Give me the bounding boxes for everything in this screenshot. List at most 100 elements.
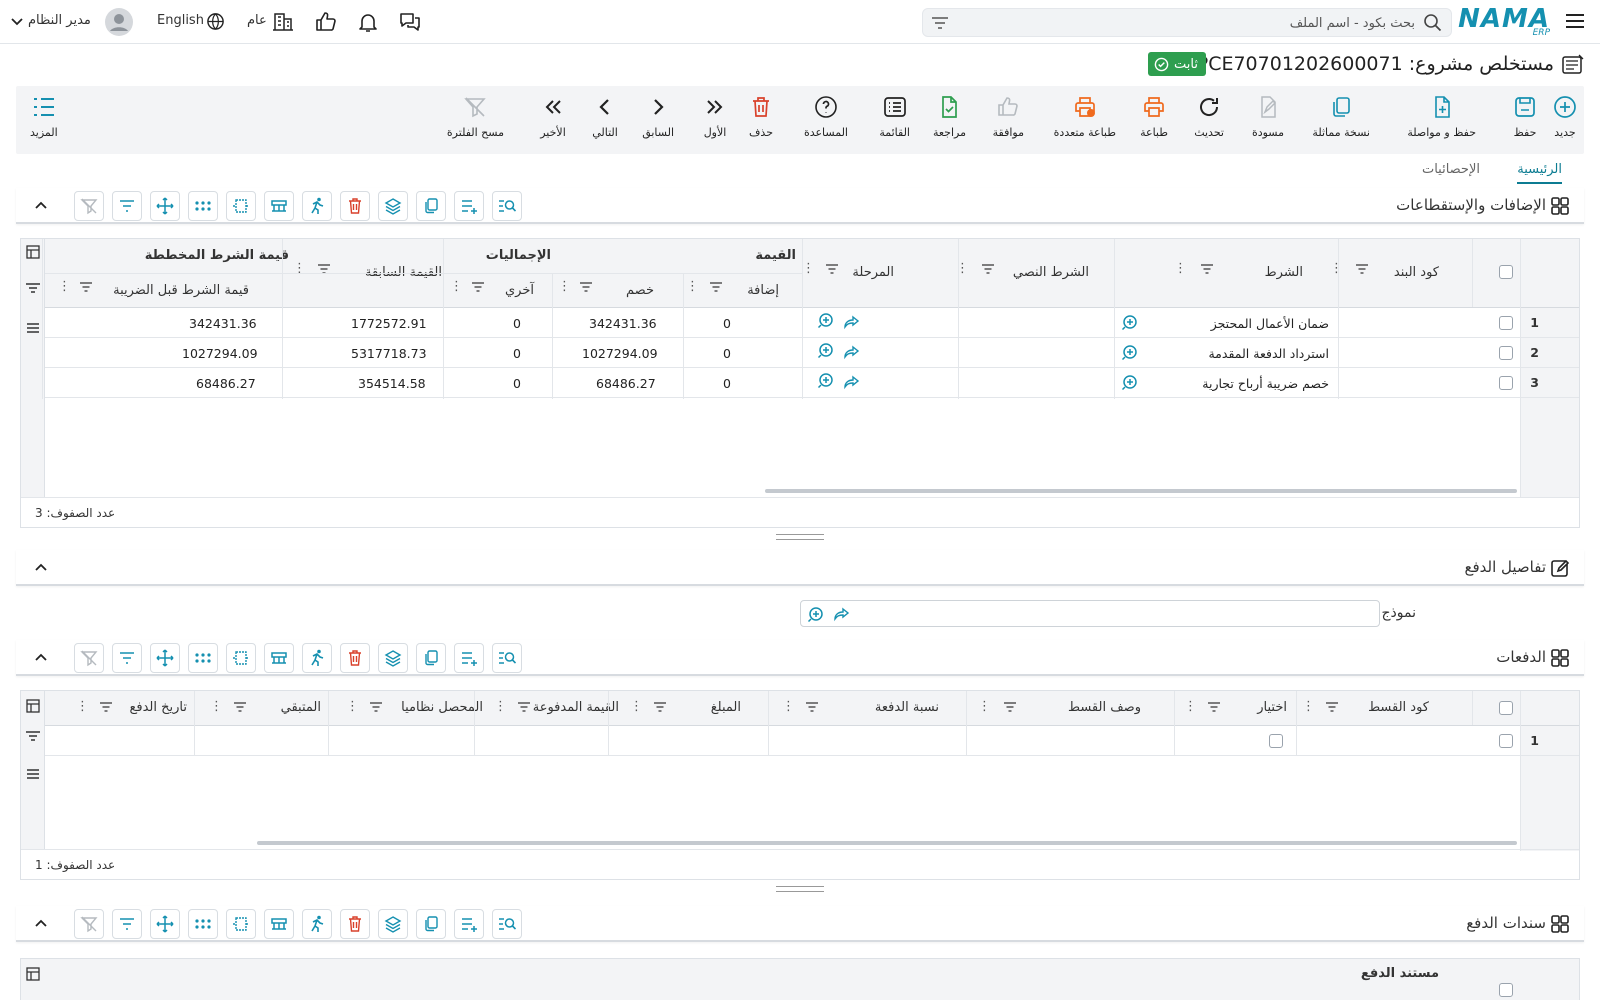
- search-box[interactable]: [922, 8, 1452, 37]
- clear-filter-button[interactable]: مسح الفلترة: [447, 94, 504, 139]
- horizontal-scrollbar[interactable]: [765, 489, 1517, 493]
- filter-lines-icon[interactable]: [25, 281, 41, 295]
- row-checkbox[interactable]: [1499, 376, 1513, 390]
- select-all-checkbox[interactable]: [1499, 983, 1513, 997]
- layers-button[interactable]: [378, 909, 408, 939]
- cell-pre-tax[interactable]: 342431.36: [189, 316, 257, 331]
- cell-discount[interactable]: 68486.27: [596, 376, 656, 391]
- language-switch[interactable]: English: [157, 13, 204, 28]
- add-row-button[interactable]: [454, 191, 484, 221]
- cell-addition[interactable]: 0: [723, 316, 731, 331]
- delete-rows-button[interactable]: [340, 909, 370, 939]
- column-filter-icon[interactable]: [233, 701, 247, 713]
- new-button[interactable]: جديد: [1552, 94, 1578, 139]
- branch-label[interactable]: عام: [247, 13, 267, 28]
- column-menu-icon[interactable]: ⋮: [782, 699, 795, 714]
- resize-handle[interactable]: [776, 886, 824, 892]
- cell-condition[interactable]: ضمان الأعمال المحتجز: [1211, 316, 1329, 331]
- save-button[interactable]: حفظ: [1512, 94, 1538, 139]
- cell-condition[interactable]: خصم ضريبة أرباح تجارية: [1202, 376, 1329, 391]
- column-filter-icon[interactable]: [579, 281, 593, 293]
- cell-discount[interactable]: 342431.36: [589, 316, 657, 331]
- share-icon[interactable]: [843, 373, 861, 391]
- copy-rows-button[interactable]: [416, 191, 446, 221]
- header-collected[interactable]: المحصل نظاميا: [401, 700, 483, 715]
- filter-grid-button[interactable]: [112, 643, 142, 673]
- chevron-down-icon[interactable]: [10, 15, 24, 29]
- header-discount[interactable]: خصم: [626, 283, 654, 298]
- cell-other[interactable]: 0: [513, 376, 521, 391]
- header-installment-code[interactable]: كود القسط: [1368, 700, 1429, 715]
- columns-icon[interactable]: [26, 245, 40, 259]
- run-button[interactable]: [302, 191, 332, 221]
- header-other[interactable]: آخري: [505, 283, 534, 298]
- menu-icon[interactable]: [1564, 10, 1586, 32]
- menu-lines-icon[interactable]: [26, 767, 40, 781]
- header-payment-ratio[interactable]: نسبة الدفعة: [875, 700, 939, 715]
- search-plus-icon[interactable]: [807, 605, 825, 623]
- chevron-up-icon[interactable]: [34, 560, 48, 574]
- cell-previous[interactable]: 5317718.73: [351, 346, 427, 361]
- cell-pre-tax[interactable]: 1027294.09: [182, 346, 258, 361]
- fit-columns-button[interactable]: [226, 191, 256, 221]
- column-filter-icon[interactable]: [981, 263, 995, 275]
- cell-previous[interactable]: 354514.58: [358, 376, 426, 391]
- column-filter-icon[interactable]: [1003, 701, 1017, 713]
- table-layout-button[interactable]: [264, 191, 294, 221]
- column-menu-icon[interactable]: ⋮: [558, 279, 571, 294]
- header-amount[interactable]: المبلغ: [711, 700, 741, 715]
- tab-statistics[interactable]: الإحصائيات: [1422, 162, 1480, 177]
- delete-button[interactable]: حذف: [748, 94, 774, 139]
- filter-grid-button[interactable]: [112, 909, 142, 939]
- dots-grid-button[interactable]: [188, 191, 218, 221]
- search-rows-button[interactable]: [492, 191, 522, 221]
- share-icon[interactable]: [843, 313, 861, 331]
- column-filter-icon[interactable]: [471, 281, 485, 293]
- print-button[interactable]: طباعة: [1140, 94, 1168, 139]
- columns-icon[interactable]: [26, 699, 40, 713]
- tab-main[interactable]: الرئيسية: [1517, 162, 1562, 184]
- menu-lines-icon[interactable]: [26, 321, 40, 335]
- column-filter-icon[interactable]: [1325, 701, 1339, 713]
- save-continue-button[interactable]: حفظ و مواصلة: [1407, 94, 1476, 139]
- building-icon[interactable]: [272, 10, 294, 32]
- move-grid-button[interactable]: [150, 191, 180, 221]
- move-grid-button[interactable]: [150, 909, 180, 939]
- header-addition[interactable]: إضافة: [747, 283, 779, 298]
- chat-icon[interactable]: [398, 10, 422, 34]
- column-filter-icon[interactable]: [805, 701, 819, 713]
- draft-button[interactable]: مسودة: [1252, 94, 1284, 139]
- cell-previous[interactable]: 1772572.91: [351, 316, 427, 331]
- search-plus-icon[interactable]: [817, 371, 835, 389]
- cell-discount[interactable]: 1027294.09: [582, 346, 658, 361]
- column-menu-icon[interactable]: ⋮: [1330, 261, 1343, 276]
- column-filter-icon[interactable]: [517, 701, 531, 713]
- refresh-button[interactable]: تحديث: [1194, 94, 1224, 139]
- move-grid-button[interactable]: [150, 643, 180, 673]
- header-item-code[interactable]: كود البند: [1394, 265, 1439, 280]
- delete-rows-button[interactable]: [340, 191, 370, 221]
- clear-filter-grid-button[interactable]: [74, 191, 104, 221]
- select-all-checkbox[interactable]: [1499, 265, 1513, 279]
- bell-icon[interactable]: [356, 10, 380, 34]
- thumbs-up-icon[interactable]: [314, 10, 338, 34]
- multi-print-button[interactable]: طباعة متعددة: [1054, 94, 1116, 139]
- review-button[interactable]: مراجعة: [933, 94, 966, 139]
- table-layout-button[interactable]: [264, 643, 294, 673]
- column-filter-icon[interactable]: [369, 701, 383, 713]
- header-text-condition[interactable]: الشرط النصي: [1013, 265, 1089, 280]
- filter-lines-icon[interactable]: [25, 729, 41, 743]
- clear-filter-grid-button[interactable]: [74, 909, 104, 939]
- previous-button[interactable]: السابق: [642, 94, 674, 139]
- add-row-button[interactable]: [454, 643, 484, 673]
- first-button[interactable]: الأول: [702, 94, 728, 139]
- columns-icon[interactable]: [26, 967, 40, 981]
- column-filter-icon[interactable]: [825, 263, 839, 275]
- column-menu-icon[interactable]: ⋮: [1174, 261, 1187, 276]
- header-paid-value[interactable]: القيمة المدفوعة: [533, 700, 619, 715]
- search-rows-button[interactable]: [492, 643, 522, 673]
- approve-button[interactable]: موافقة: [993, 94, 1024, 139]
- column-menu-icon[interactable]: ⋮: [494, 699, 507, 714]
- dots-grid-button[interactable]: [188, 909, 218, 939]
- cell-other[interactable]: 0: [513, 316, 521, 331]
